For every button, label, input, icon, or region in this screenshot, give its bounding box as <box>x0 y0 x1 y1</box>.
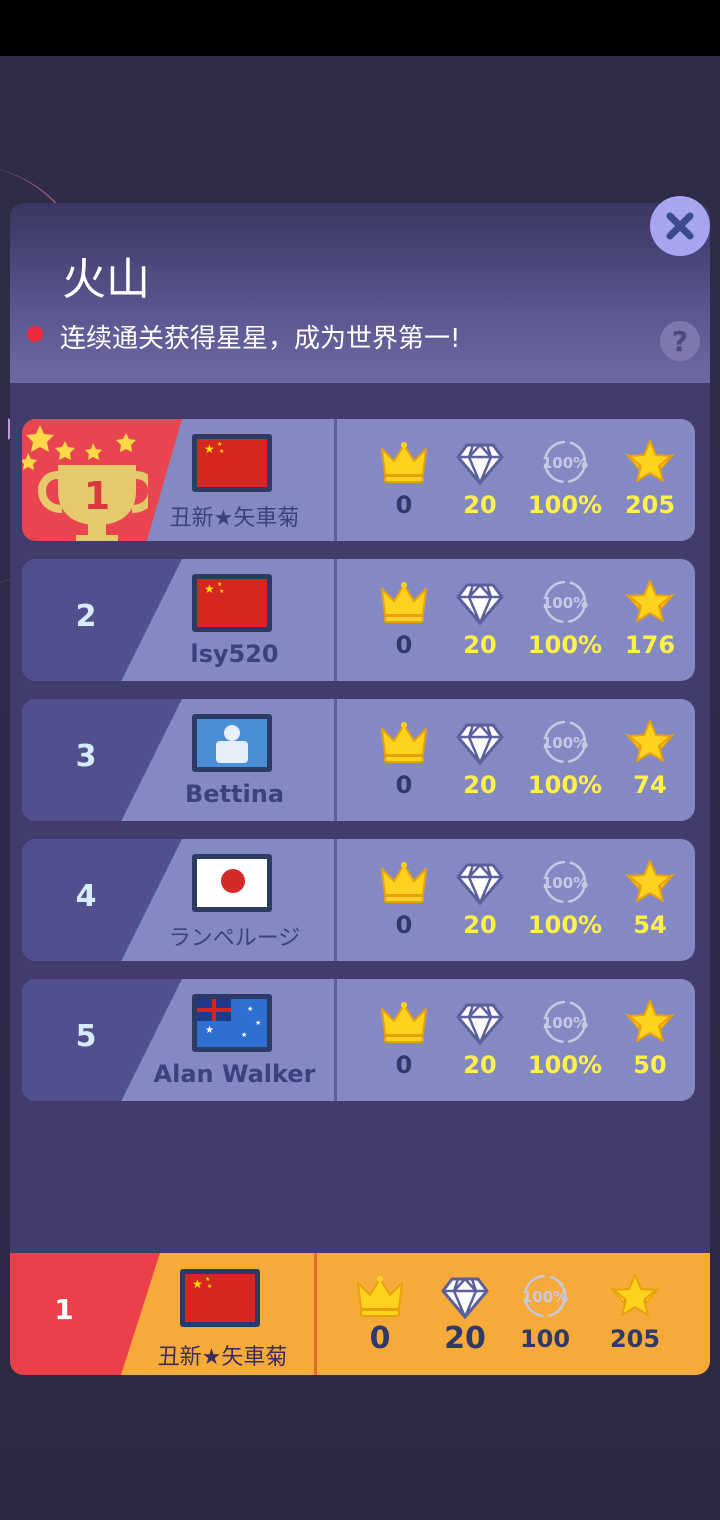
winged-star-icon <box>625 440 675 482</box>
player-name: lsy520 <box>190 640 279 668</box>
percent-100-icon: 100% <box>542 580 588 624</box>
stars-stat: 205 <box>610 439 690 529</box>
close-button[interactable] <box>650 196 710 256</box>
stars-stat: 176 <box>610 579 690 669</box>
winged-star-icon <box>625 720 675 762</box>
percent-100-icon: 100% <box>542 720 588 764</box>
crown-icon <box>357 1276 403 1317</box>
player-name: ランペルージ <box>168 926 301 951</box>
winged-star-icon <box>625 580 675 622</box>
svg-text:100%: 100% <box>522 1288 568 1306</box>
diamonds-stat: 20 <box>440 439 520 529</box>
divider <box>334 839 337 961</box>
diamond-icon <box>456 723 504 765</box>
percent-stat: 100% 100% <box>525 439 605 529</box>
stars-value: 74 <box>633 771 667 799</box>
svg-text:100%: 100% <box>542 1014 588 1032</box>
panel-header: 火山 连续通关获得星星，成为世界第一! ? <box>10 203 710 383</box>
rank-number: 1 <box>54 1293 74 1326</box>
percent-stat: 100% 100% <box>525 719 605 809</box>
default-avatar-icon <box>192 714 272 772</box>
rank-number: 4 <box>75 879 97 914</box>
percent-100-icon: 100% <box>522 1274 568 1318</box>
percent-100-icon: 100% <box>542 860 588 904</box>
diamonds-stat: 20 <box>440 719 520 809</box>
diamonds-stat: 20 <box>425 1273 505 1363</box>
divider <box>314 1253 317 1375</box>
stars-value: 54 <box>633 911 667 939</box>
diamonds-stat: 20 <box>440 579 520 669</box>
crown-icon <box>381 722 427 763</box>
winged-star-icon <box>625 1000 675 1042</box>
stars-value: 205 <box>609 1325 661 1353</box>
diamond-icon <box>456 443 504 485</box>
winged-star-icon <box>625 860 675 902</box>
rank-number: 5 <box>75 1019 97 1054</box>
divider <box>334 699 337 821</box>
percent-stat: 100% 100% <box>525 579 605 669</box>
player-name: Alan Walker <box>153 1060 316 1088</box>
diamond-icon <box>456 1003 504 1045</box>
flag-japan-icon <box>192 854 272 912</box>
flag-china-icon: ★ ★ ★ <box>180 1269 260 1327</box>
help-icon: ? <box>671 324 689 358</box>
divider <box>334 419 337 541</box>
close-icon <box>666 212 694 240</box>
rank-number: 2 <box>75 599 97 634</box>
player-name: Bettina <box>184 780 285 808</box>
diamonds-stat: 20 <box>440 999 520 1089</box>
flag-china-icon: ★ ★ ★ <box>192 574 272 632</box>
my-rank-row: 1 ★ ★ ★ 丑新★矢車菊 0 20 100% 100 205 <box>10 1253 710 1375</box>
svg-text:100%: 100% <box>542 734 588 752</box>
leaderboard-row[interactable]: 3 Bettina 0 20 100% 100% 74 <box>22 699 695 821</box>
percent-stat: 100% 100% <box>525 999 605 1089</box>
crown-icon <box>381 582 427 623</box>
stars-stat: 205 <box>595 1273 675 1363</box>
svg-text:100%: 100% <box>542 874 588 892</box>
crown-icon <box>381 442 427 483</box>
svg-text:100%: 100% <box>542 454 588 472</box>
rank-number: 3 <box>75 739 97 774</box>
stars-stat: 50 <box>610 999 690 1089</box>
winged-star-icon <box>610 1274 660 1316</box>
stars-value: 176 <box>624 631 676 659</box>
player-name: 丑新★矢車菊 <box>169 506 300 531</box>
diamond-icon <box>456 863 504 905</box>
level-title: 火山 <box>62 254 150 305</box>
percent-stat: 100% 100% <box>525 859 605 949</box>
red-dot-icon <box>27 326 43 342</box>
leaderboard-row[interactable]: 1 ★ ★ ★ 丑新★矢車菊 0 20 100% 100% 205 <box>22 419 695 541</box>
leaderboard-subtitle: 连续通关获得星星，成为世界第一! <box>60 324 461 354</box>
player-name: 丑新★矢車菊 <box>157 1345 288 1370</box>
leaderboard-row[interactable]: 5 ★ ★ ★ ★ Alan Walker 0 20 100% 100% 50 <box>22 979 695 1101</box>
crown-icon <box>381 862 427 903</box>
stars-value: 50 <box>633 1051 667 1079</box>
flag-australia-icon: ★ ★ ★ ★ <box>192 994 272 1052</box>
svg-text:100%: 100% <box>542 594 588 612</box>
stars-stat: 74 <box>610 719 690 809</box>
stars-value: 205 <box>624 491 676 519</box>
percent-100-icon: 100% <box>542 1000 588 1044</box>
divider <box>334 559 337 681</box>
svg-text:1: 1 <box>84 474 110 518</box>
diamonds-stat: 20 <box>440 859 520 949</box>
percent-stat: 100% 100 <box>505 1273 585 1363</box>
crown-icon <box>381 1002 427 1043</box>
divider <box>334 979 337 1101</box>
stars-stat: 54 <box>610 859 690 949</box>
diamond-icon <box>456 583 504 625</box>
percent-100-icon: 100% <box>542 440 588 484</box>
help-button[interactable]: ? <box>660 321 700 361</box>
leaderboard-row[interactable]: 2 ★ ★ ★ lsy520 0 20 100% 100% 176 <box>22 559 695 681</box>
status-bar <box>0 0 720 56</box>
flag-china-icon: ★ ★ ★ <box>192 434 272 492</box>
leaderboard-row[interactable]: 4 ランペルージ 0 20 100% 100% 54 <box>22 839 695 961</box>
crowns-stat: 0 <box>340 1273 420 1363</box>
diamond-icon <box>441 1277 489 1319</box>
trophy-icon: 1 <box>22 425 148 541</box>
percent-value: 100 <box>519 1325 571 1353</box>
